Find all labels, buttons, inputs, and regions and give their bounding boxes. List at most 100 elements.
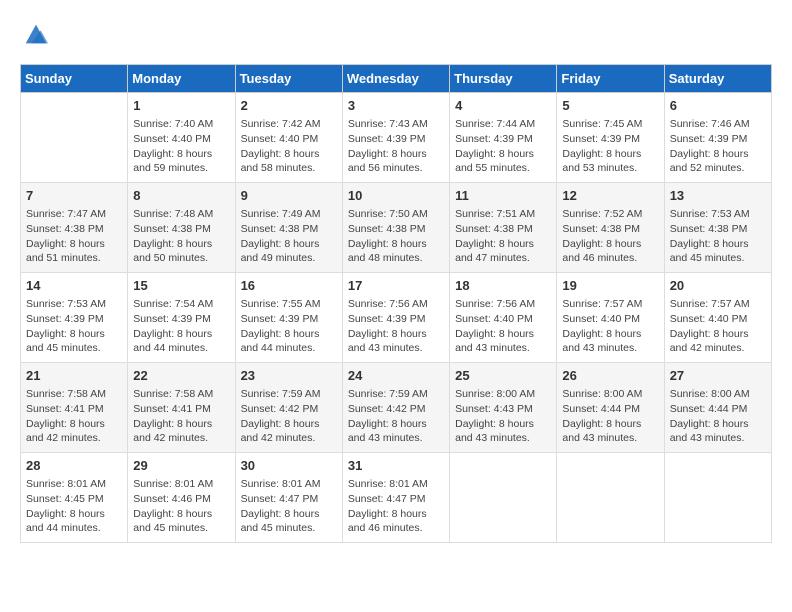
calendar-cell: 6 Sunrise: 7:46 AM Sunset: 4:39 PM Daylig… [664, 93, 771, 183]
calendar-cell: 27 Sunrise: 8:00 AM Sunset: 4:44 PM Dayli… [664, 363, 771, 453]
column-header-friday: Friday [557, 65, 664, 93]
calendar-cell: 23 Sunrise: 7:59 AM Sunset: 4:42 PM Dayli… [235, 363, 342, 453]
day-number: 4 [455, 97, 551, 115]
day-number: 12 [562, 187, 658, 205]
day-number: 25 [455, 367, 551, 385]
calendar-cell: 12 Sunrise: 7:52 AM Sunset: 4:38 PM Dayli… [557, 183, 664, 273]
calendar-cell: 5 Sunrise: 7:45 AM Sunset: 4:39 PM Daylig… [557, 93, 664, 183]
day-info: Sunrise: 7:44 AM Sunset: 4:39 PM Dayligh… [455, 117, 551, 176]
day-number: 23 [241, 367, 337, 385]
day-number: 16 [241, 277, 337, 295]
day-number: 11 [455, 187, 551, 205]
day-info: Sunrise: 8:01 AM Sunset: 4:46 PM Dayligh… [133, 477, 229, 536]
column-header-sunday: Sunday [21, 65, 128, 93]
day-info: Sunrise: 7:52 AM Sunset: 4:38 PM Dayligh… [562, 207, 658, 266]
column-header-wednesday: Wednesday [342, 65, 449, 93]
day-info: Sunrise: 7:45 AM Sunset: 4:39 PM Dayligh… [562, 117, 658, 176]
day-info: Sunrise: 8:00 AM Sunset: 4:44 PM Dayligh… [670, 387, 766, 446]
day-info: Sunrise: 8:01 AM Sunset: 4:45 PM Dayligh… [26, 477, 122, 536]
calendar-cell: 4 Sunrise: 7:44 AM Sunset: 4:39 PM Daylig… [450, 93, 557, 183]
day-info: Sunrise: 8:01 AM Sunset: 4:47 PM Dayligh… [241, 477, 337, 536]
day-number: 24 [348, 367, 444, 385]
day-number: 21 [26, 367, 122, 385]
day-info: Sunrise: 7:57 AM Sunset: 4:40 PM Dayligh… [670, 297, 766, 356]
day-number: 19 [562, 277, 658, 295]
calendar-cell: 14 Sunrise: 7:53 AM Sunset: 4:39 PM Dayli… [21, 273, 128, 363]
day-number: 18 [455, 277, 551, 295]
column-header-monday: Monday [128, 65, 235, 93]
day-info: Sunrise: 8:01 AM Sunset: 4:47 PM Dayligh… [348, 477, 444, 536]
day-info: Sunrise: 7:43 AM Sunset: 4:39 PM Dayligh… [348, 117, 444, 176]
day-info: Sunrise: 7:47 AM Sunset: 4:38 PM Dayligh… [26, 207, 122, 266]
day-number: 28 [26, 457, 122, 475]
calendar-cell: 15 Sunrise: 7:54 AM Sunset: 4:39 PM Dayli… [128, 273, 235, 363]
column-header-tuesday: Tuesday [235, 65, 342, 93]
column-header-thursday: Thursday [450, 65, 557, 93]
calendar-cell: 22Sunrise: 7:58 AM Sunset: 4:41 PM Dayli… [128, 363, 235, 453]
day-info: Sunrise: 7:56 AM Sunset: 4:40 PM Dayligh… [455, 297, 551, 356]
day-number: 17 [348, 277, 444, 295]
logo [20, 20, 50, 48]
calendar-cell [664, 453, 771, 543]
calendar-cell: 8Sunrise: 7:48 AM Sunset: 4:38 PM Daylig… [128, 183, 235, 273]
day-info: Sunrise: 8:00 AM Sunset: 4:44 PM Dayligh… [562, 387, 658, 446]
day-info: Sunrise: 7:50 AM Sunset: 4:38 PM Dayligh… [348, 207, 444, 266]
day-number: 22 [133, 367, 229, 385]
calendar-cell: 13Sunrise: 7:53 AM Sunset: 4:38 PM Dayli… [664, 183, 771, 273]
day-number: 30 [241, 457, 337, 475]
day-number: 5 [562, 97, 658, 115]
day-info: Sunrise: 7:58 AM Sunset: 4:41 PM Dayligh… [26, 387, 122, 446]
day-info: Sunrise: 7:59 AM Sunset: 4:42 PM Dayligh… [348, 387, 444, 446]
day-info: Sunrise: 7:48 AM Sunset: 4:38 PM Dayligh… [133, 207, 229, 266]
day-info: Sunrise: 7:46 AM Sunset: 4:39 PM Dayligh… [670, 117, 766, 176]
day-info: Sunrise: 7:56 AM Sunset: 4:39 PM Dayligh… [348, 297, 444, 356]
calendar-cell [450, 453, 557, 543]
day-info: Sunrise: 7:59 AM Sunset: 4:42 PM Dayligh… [241, 387, 337, 446]
calendar-cell: 9 Sunrise: 7:49 AM Sunset: 4:38 PM Daylig… [235, 183, 342, 273]
day-info: Sunrise: 7:40 AM Sunset: 4:40 PM Dayligh… [133, 117, 229, 176]
page-header [20, 20, 772, 48]
day-number: 6 [670, 97, 766, 115]
calendar-cell: 18 Sunrise: 7:56 AM Sunset: 4:40 PM Dayli… [450, 273, 557, 363]
calendar-cell: 25Sunrise: 8:00 AM Sunset: 4:43 PM Dayli… [450, 363, 557, 453]
day-number: 20 [670, 277, 766, 295]
logo-text [20, 20, 50, 48]
calendar-cell: 30 Sunrise: 8:01 AM Sunset: 4:47 PM Dayli… [235, 453, 342, 543]
calendar-cell: 17 Sunrise: 7:56 AM Sunset: 4:39 PM Dayli… [342, 273, 449, 363]
calendar-cell: 10 Sunrise: 7:50 AM Sunset: 4:38 PM Dayli… [342, 183, 449, 273]
day-number: 14 [26, 277, 122, 295]
day-number: 7 [26, 187, 122, 205]
day-number: 9 [241, 187, 337, 205]
day-number: 2 [241, 97, 337, 115]
calendar-cell: 29 Sunrise: 8:01 AM Sunset: 4:46 PM Dayli… [128, 453, 235, 543]
calendar-cell: 20 Sunrise: 7:57 AM Sunset: 4:40 PM Dayli… [664, 273, 771, 363]
calendar-cell: 3 Sunrise: 7:43 AM Sunset: 4:39 PM Daylig… [342, 93, 449, 183]
calendar-cell: 21 Sunrise: 7:58 AM Sunset: 4:41 PM Dayli… [21, 363, 128, 453]
day-info: Sunrise: 7:53 AM Sunset: 4:39 PM Dayligh… [26, 297, 122, 356]
calendar-cell: 31Sunrise: 8:01 AM Sunset: 4:47 PM Dayli… [342, 453, 449, 543]
day-info: Sunrise: 7:54 AM Sunset: 4:39 PM Dayligh… [133, 297, 229, 356]
calendar-table: SundayMondayTuesdayWednesdayThursdayFrid… [20, 64, 772, 543]
day-number: 10 [348, 187, 444, 205]
day-number: 3 [348, 97, 444, 115]
day-info: Sunrise: 7:42 AM Sunset: 4:40 PM Dayligh… [241, 117, 337, 176]
day-number: 15 [133, 277, 229, 295]
day-info: Sunrise: 7:49 AM Sunset: 4:38 PM Dayligh… [241, 207, 337, 266]
calendar-cell: 11 Sunrise: 7:51 AM Sunset: 4:38 PM Dayli… [450, 183, 557, 273]
calendar-cell: 1 Sunrise: 7:40 AM Sunset: 4:40 PM Daylig… [128, 93, 235, 183]
calendar-cell [21, 93, 128, 183]
day-info: Sunrise: 7:51 AM Sunset: 4:38 PM Dayligh… [455, 207, 551, 266]
day-number: 1 [133, 97, 229, 115]
day-info: Sunrise: 7:57 AM Sunset: 4:40 PM Dayligh… [562, 297, 658, 356]
calendar-cell [557, 453, 664, 543]
calendar-cell: 26Sunrise: 8:00 AM Sunset: 4:44 PM Dayli… [557, 363, 664, 453]
day-number: 27 [670, 367, 766, 385]
calendar-cell: 16Sunrise: 7:55 AM Sunset: 4:39 PM Dayli… [235, 273, 342, 363]
column-header-saturday: Saturday [664, 65, 771, 93]
day-number: 29 [133, 457, 229, 475]
calendar-cell: 24 Sunrise: 7:59 AM Sunset: 4:42 PM Dayli… [342, 363, 449, 453]
day-info: Sunrise: 7:53 AM Sunset: 4:38 PM Dayligh… [670, 207, 766, 266]
calendar-cell: 7 Sunrise: 7:47 AM Sunset: 4:38 PM Daylig… [21, 183, 128, 273]
calendar-cell: 2 Sunrise: 7:42 AM Sunset: 4:40 PM Daylig… [235, 93, 342, 183]
calendar-cell: 28 Sunrise: 8:01 AM Sunset: 4:45 PM Dayli… [21, 453, 128, 543]
